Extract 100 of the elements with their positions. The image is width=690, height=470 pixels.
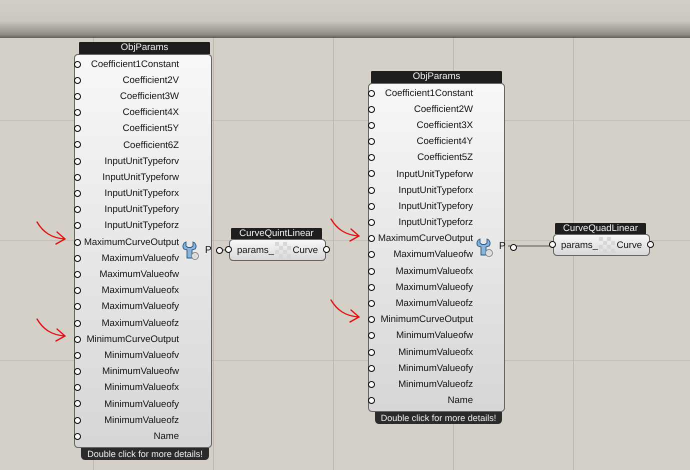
input-label: MaximumValueofz <box>396 298 473 310</box>
input-port[interactable] <box>74 109 81 116</box>
input-port[interactable] <box>368 138 375 146</box>
input-label: Coefficient4X <box>122 107 179 118</box>
input-label: Name <box>154 430 179 442</box>
input-port[interactable] <box>74 384 81 392</box>
input-port[interactable] <box>74 238 81 246</box>
input-label: MaximumValueofy <box>102 301 179 312</box>
input-label: Coefficient4Y <box>416 136 473 148</box>
input-label: MaximumValueofw <box>393 249 473 260</box>
input-label: MinimumValueofy <box>398 362 473 374</box>
input-label: Name <box>448 395 473 406</box>
input-port[interactable] <box>74 125 81 132</box>
input-port[interactable] <box>225 246 232 253</box>
input-label: InputUnitTypeforz <box>398 217 473 228</box>
input-port[interactable] <box>368 90 375 96</box>
input-label: Coefficient6Z <box>123 140 179 151</box>
input-port[interactable] <box>368 186 375 194</box>
input-port[interactable] <box>74 270 81 278</box>
input-label: InputUnitTypeforv <box>104 156 179 167</box>
input-label: MaximumCurveOutput <box>378 233 473 244</box>
output-port[interactable] <box>216 247 223 254</box>
node-title: ObjParams <box>371 71 502 83</box>
details-hint: Double click for more details! <box>81 448 209 460</box>
output-label: Curve <box>616 240 642 250</box>
input-port[interactable] <box>368 268 375 275</box>
node-title: CurveQuadLinear <box>555 223 646 234</box>
input-port[interactable] <box>368 251 375 258</box>
input-port[interactable] <box>368 316 375 324</box>
input-port[interactable] <box>74 287 81 294</box>
input-label: Coefficient5Z <box>417 152 473 164</box>
input-port[interactable] <box>368 122 375 129</box>
input-port[interactable] <box>74 141 81 148</box>
input-label: MaximumValueofx <box>102 285 179 296</box>
input-port[interactable] <box>368 348 375 356</box>
input-port[interactable] <box>368 397 375 404</box>
input-port[interactable] <box>74 158 81 165</box>
input-label: InputUnitTypefory <box>104 204 179 216</box>
input-port[interactable] <box>74 76 81 84</box>
input-port[interactable] <box>74 320 81 326</box>
input-port[interactable] <box>368 219 375 226</box>
input-label: MinimumValueofy <box>104 398 179 410</box>
input-port[interactable] <box>368 170 375 178</box>
input-port[interactable] <box>74 352 81 359</box>
input-port[interactable] <box>74 432 81 440</box>
input-port[interactable] <box>368 332 375 340</box>
output-port[interactable] <box>510 244 517 251</box>
input-label: Coefficient1Constant <box>384 88 473 99</box>
input-label: InputUnitTypeforw <box>102 172 179 183</box>
input-port[interactable] <box>74 368 81 376</box>
input-label: Coefficient2V <box>122 74 179 86</box>
checker-icon <box>599 237 616 253</box>
input-port[interactable] <box>368 154 375 162</box>
input-label: MinimumCurveOutput <box>86 334 179 345</box>
input-port[interactable] <box>368 202 375 210</box>
input-label: Coefficient1Constant <box>90 58 179 70</box>
input-label: MaximumValueofz <box>102 318 179 329</box>
input-label: InputUnitTypeforx <box>398 184 473 196</box>
input-port[interactable] <box>368 235 375 242</box>
input-label: MaximumValueofw <box>99 269 179 280</box>
input-port[interactable] <box>74 303 81 310</box>
input-port[interactable] <box>368 106 375 113</box>
input-label: MinimumValueofw <box>102 366 179 378</box>
input-port[interactable] <box>74 336 81 343</box>
input-label: MinimumValueofw <box>396 330 473 342</box>
input-label: MinimumCurveOutput <box>380 314 473 326</box>
input-label: MaximumValueofx <box>396 266 473 277</box>
input-label: Coefficient5Y <box>122 123 179 134</box>
node-title: ObjParams <box>79 42 210 54</box>
details-hint: Double click for more details! <box>375 412 502 424</box>
input-label: Coefficient2W <box>414 104 473 115</box>
input-label: MinimumValueofx <box>104 382 179 394</box>
input-label: MinimumValueofz <box>104 414 179 426</box>
output-port[interactable] <box>647 241 654 248</box>
checker-icon <box>275 242 292 258</box>
input-port[interactable] <box>74 222 81 230</box>
input-port[interactable] <box>74 92 81 100</box>
input-port[interactable] <box>368 284 375 291</box>
input-port[interactable] <box>74 254 81 262</box>
input-label: Coefficient3W <box>120 90 179 102</box>
input-port[interactable] <box>368 300 375 307</box>
input-port[interactable] <box>74 400 81 408</box>
input-label: InputUnitTypefory <box>398 200 473 212</box>
input-port[interactable] <box>368 364 375 372</box>
input-label: params_ <box>237 244 274 256</box>
input-port[interactable] <box>549 241 556 248</box>
input-port[interactable] <box>74 190 81 197</box>
input-port[interactable] <box>74 60 81 68</box>
input-label: params_ <box>561 240 598 250</box>
input-port[interactable] <box>368 380 375 388</box>
input-label: InputUnitTypeforw <box>396 168 473 180</box>
input-label: MaximumCurveOutput <box>84 236 179 248</box>
output-port[interactable] <box>323 246 330 253</box>
input-label: MinimumValueofx <box>398 346 473 358</box>
input-label: Coefficient3X <box>416 120 473 131</box>
input-port[interactable] <box>74 416 81 424</box>
input-port[interactable] <box>74 206 81 214</box>
input-label: MaximumValueofy <box>396 282 473 293</box>
node-title: CurveQuintLinear <box>231 228 322 239</box>
input-port[interactable] <box>74 174 81 181</box>
